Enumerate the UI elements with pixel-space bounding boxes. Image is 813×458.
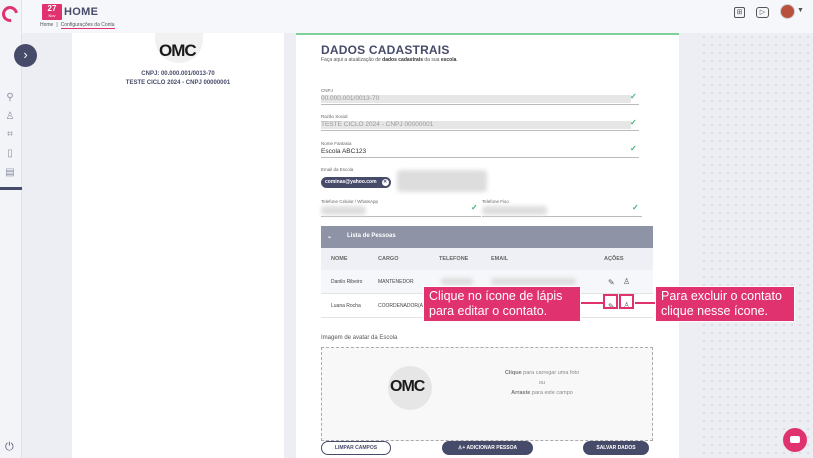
school-summary-panel: OMC CNPJ: 00.000.001/0013-70 TESTE CICLO… bbox=[72, 33, 284, 458]
razao-social-label: Razão Social bbox=[321, 114, 348, 119]
registration-form-panel: DADOS CADASTRAIS Faça aqui a atualização… bbox=[296, 33, 679, 458]
phone-mobile-label: Telefone Celular / WhatsApp bbox=[321, 199, 379, 204]
breadcrumb-current: Configurações da Conta bbox=[60, 22, 115, 29]
video-icon[interactable]: ▷ bbox=[756, 7, 769, 18]
edit-pencil-icon[interactable]: ✎ bbox=[608, 278, 615, 287]
nome-fantasia-label: Nome Fantasia bbox=[321, 141, 352, 146]
book-icon[interactable]: ▯ bbox=[4, 148, 16, 160]
phone-fixed-label: Telefone Fixo bbox=[482, 199, 509, 204]
check-icon: ✓ bbox=[471, 203, 478, 212]
add-person-button[interactable]: ♙+ ADICIONAR PESSOA bbox=[442, 441, 533, 455]
date-month: Nov bbox=[48, 13, 56, 18]
redacted-phone bbox=[441, 278, 473, 285]
delete-callout: Para excluir o contato clique nesse ícon… bbox=[655, 286, 795, 322]
breadcrumb: Home | Configurações da Conta bbox=[40, 22, 115, 29]
avatar-dropzone[interactable]: OMC Clique para carregar uma foto ou Arr… bbox=[321, 347, 653, 441]
persons-list-title: Lista de Pessoas bbox=[347, 233, 396, 239]
dropzone-click-text: Clique para carregar uma foto bbox=[504, 370, 580, 376]
cnpj-input: 00.000.001/0013-70 bbox=[321, 95, 631, 103]
check-icon: ✓ bbox=[632, 203, 639, 212]
expand-sidebar-button[interactable]: › bbox=[14, 44, 37, 67]
check-icon: ✓ bbox=[630, 118, 637, 127]
col-cargo: CARGO bbox=[378, 256, 399, 262]
check-icon: ✓ bbox=[630, 144, 637, 153]
breadcrumb-home[interactable]: Home bbox=[40, 22, 53, 28]
persons-list-header[interactable]: ⌄ Lista de Pessoas bbox=[321, 226, 653, 248]
power-icon[interactable]: ⏻ bbox=[5, 441, 14, 454]
scan-icon[interactable]: ⌗ bbox=[4, 129, 16, 141]
email-chip[interactable]: cominas@yahoo.com ✕ bbox=[321, 177, 391, 188]
check-icon: ✓ bbox=[630, 92, 637, 101]
redacted-phone-fixed bbox=[482, 206, 547, 215]
row-nome: Danilo Ribeiro bbox=[331, 279, 363, 285]
remove-chip-icon[interactable]: ✕ bbox=[381, 179, 389, 186]
razao-social-input: TESTE CICLO 2024 - CNPJ 00000001 bbox=[321, 121, 631, 129]
chat-button[interactable] bbox=[783, 428, 807, 452]
col-email: EMAIL bbox=[491, 256, 509, 262]
row-nome: Luana Rocha bbox=[331, 303, 361, 309]
chevron-down-icon[interactable]: ▼ bbox=[797, 7, 804, 14]
dropzone-or-text: ou bbox=[538, 380, 546, 386]
col-nome: NOME bbox=[331, 256, 348, 262]
delete-user-icon[interactable]: ♙ bbox=[623, 277, 630, 286]
dropzone-drag-text: Arraste para este campo bbox=[511, 390, 573, 396]
redacted-email bbox=[397, 170, 487, 192]
form-subtitle: Faça aqui a atualização de dados cadastr… bbox=[321, 57, 458, 63]
school-name: TESTE CICLO 2024 - CNPJ 00000001 bbox=[125, 80, 231, 86]
active-nav-indicator bbox=[0, 187, 22, 190]
avatar[interactable] bbox=[780, 4, 795, 19]
avatar-upload-label: Imagem de avatar da Escola bbox=[321, 335, 398, 341]
background-pattern bbox=[700, 33, 813, 458]
persons-table-header: NOME CARGO TELEFONE EMAIL AÇÕES bbox=[321, 248, 653, 270]
redacted-email bbox=[491, 278, 576, 285]
col-telefone: TELEFONE bbox=[439, 256, 469, 262]
edit-callout: Clique no ícone de lápis para editar o c… bbox=[423, 286, 581, 322]
delete-highlight-box bbox=[619, 294, 634, 309]
edit-highlight-box bbox=[603, 294, 618, 309]
form-title: DADOS CADASTRAIS bbox=[321, 43, 450, 57]
side-rail: ⚲ ♙ ⌗ ▯ ▤ ⏻ bbox=[0, 0, 22, 458]
col-acoes: AÇÕES bbox=[604, 256, 624, 262]
search-user-icon[interactable]: ⚲ bbox=[4, 92, 16, 104]
nome-fantasia-input[interactable]: Escola ABC123 bbox=[321, 148, 366, 156]
calendar-icon[interactable]: ⊞ bbox=[734, 7, 745, 18]
email-label: Email da Escola bbox=[321, 167, 354, 172]
school-logo: OMC bbox=[155, 33, 203, 63]
save-button[interactable]: SALVAR DADOS bbox=[583, 441, 649, 455]
redacted-phone-mobile bbox=[321, 206, 366, 215]
user-icon[interactable]: ♙ bbox=[4, 111, 16, 123]
school-cnpj: CNPJ: 00.000.001/0013-70 bbox=[141, 71, 215, 77]
school-avatar-preview: OMC bbox=[388, 366, 432, 410]
report-icon[interactable]: ▤ bbox=[4, 167, 16, 179]
page-title: HOME bbox=[64, 6, 99, 18]
row-cargo: COORDENADOR(A) bbox=[378, 303, 425, 309]
clear-fields-button[interactable]: LIMPAR CAMPOS bbox=[321, 441, 391, 455]
date-badge: 27 Nov bbox=[42, 4, 62, 20]
top-bar: 27 Nov HOME Home | Configurações da Conta … bbox=[22, 0, 813, 33]
app-logo-icon[interactable] bbox=[0, 2, 22, 26]
date-day: 27 bbox=[47, 4, 57, 13]
delete-callout-arrow bbox=[635, 302, 655, 304]
row-cargo: MANTENEDOR bbox=[378, 279, 414, 285]
edit-callout-arrow bbox=[581, 302, 603, 304]
cnpj-label: CNPJ bbox=[321, 88, 333, 93]
